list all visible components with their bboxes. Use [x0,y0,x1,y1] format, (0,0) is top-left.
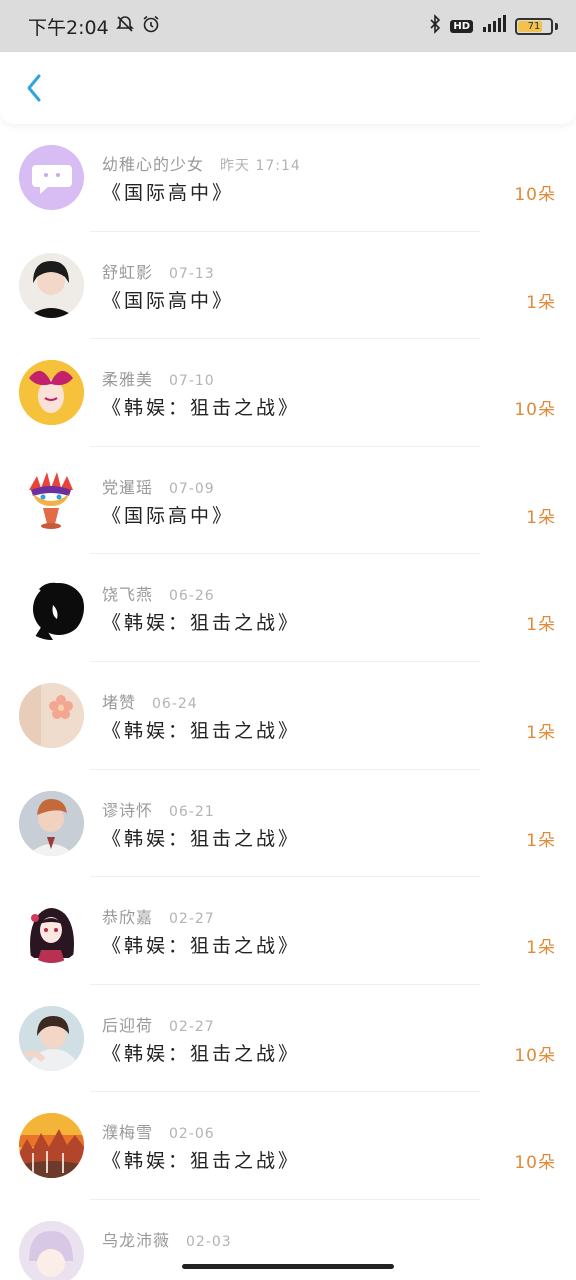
chevron-left-icon [27,74,41,102]
item-meta: 饶飞燕 06-26 [102,581,215,605]
sender-name: 恭欣嘉 [102,908,154,928]
flower-amount: 1朵 [526,507,556,528]
flower-amount: 1朵 [526,830,556,851]
book-title: 《韩娱：狙击之战》 [102,1150,301,1173]
book-title: 《韩娱：狙击之战》 [102,612,301,635]
list-item[interactable]: 饶飞燕 06-26 《韩娱：狙击之战》 1朵 [0,554,576,662]
sender-name: 舒虹影 [102,262,154,282]
send-date: 07-10 [169,373,215,390]
list-item[interactable]: 幼稚心的少女 昨天 17:14 《国际高中》 10朵 [0,124,576,232]
book-title: 《韩娱：狙击之战》 [102,1042,301,1065]
book-title: 《韩娱：狙击之战》 [102,397,301,420]
flower-amount: 10朵 [514,1153,556,1174]
send-date: 02-27 [169,911,215,928]
send-date: 07-09 [169,480,215,497]
signal-icon [481,15,507,37]
item-meta: 濮梅雪 02-06 [102,1119,215,1143]
illustration-avatar [19,360,84,426]
flower-avatar [19,682,84,748]
status-left: 下午2:04 [28,13,161,40]
flower-amount: 10朵 [514,1045,556,1066]
status-time: 下午2:04 [28,16,109,39]
flower-amount: 1朵 [526,292,556,313]
hd-badge: HD [450,19,473,33]
item-meta: 党暹瑶 07-09 [102,474,215,498]
girl-photo-avatar [19,252,84,318]
status-right: HD 71 [428,14,558,38]
list-item[interactable]: 舒虹影 07-13 《国际高中》 1朵 [0,232,576,340]
book-title: 《韩娱：狙击之战》 [102,935,301,958]
item-meta: 恭欣嘉 02-27 [102,904,215,928]
book-title: 《韩娱：狙击之战》 [102,827,301,850]
sender-name: 党暹瑶 [102,477,154,497]
portrait-photo-avatar [19,1005,84,1071]
flower-amount: 1朵 [526,615,556,636]
header-bar [0,52,576,124]
sender-name: 柔雅美 [102,370,154,390]
back-button[interactable] [18,68,50,108]
list-item[interactable]: 谬诗怀 06-21 《韩娱：狙击之战》 1朵 [0,770,576,878]
item-meta: 柔雅美 07-10 [102,366,215,390]
book-title: 《国际高中》 [102,182,235,204]
item-meta: 谬诗怀 06-21 [102,797,215,821]
list-item[interactable]: 后迎荷 02-27 《韩娱：狙击之战》 10朵 [0,985,576,1093]
home-indicator [182,1264,394,1269]
battery-tip [555,22,558,30]
send-date: 02-03 [186,1233,232,1250]
sender-name: 后迎荷 [102,1015,154,1035]
flower-amount: 10朵 [514,185,556,205]
list-item[interactable]: 恭欣嘉 02-27 《韩娱：狙击之战》 1朵 [0,877,576,985]
battery-level: 71 [527,20,541,32]
chat-bubble-avatar [19,145,84,210]
gift-record-list: 幼稚心的少女 昨天 17:14 《国际高中》 10朵 舒虹影 07-13 《国际… [0,124,576,1280]
battery-icon: 71 [515,17,553,35]
mask-avatar [19,467,84,533]
item-meta: 堵赞 06-24 [102,689,198,713]
send-date: 06-24 [152,695,198,712]
list-item[interactable]: 堵赞 06-24 《韩娱：狙击之战》 1朵 [0,662,576,770]
send-date: 06-21 [169,803,215,820]
anime-girl-avatar [19,898,84,964]
item-meta: 后迎荷 02-27 [102,1012,215,1036]
item-meta: 乌龙沛薇 02-03 [102,1227,232,1251]
item-meta: 舒虹影 07-13 [102,259,215,283]
list-item[interactable]: 柔雅美 07-10 《韩娱：狙击之战》 10朵 [0,339,576,447]
item-meta: 幼稚心的少女 昨天 17:14 [102,151,301,175]
sender-name: 幼稚心的少女 [102,155,205,174]
list-item[interactable]: 党暹瑶 07-09 《国际高中》 1朵 [0,447,576,555]
flower-amount: 1朵 [526,938,556,959]
send-date: 昨天 17:14 [220,158,301,174]
status-bar: 下午2:04 HD 71 [0,0,576,52]
send-date: 02-06 [169,1126,215,1143]
bluetooth-icon [428,14,442,38]
sender-name: 饶飞燕 [102,585,154,605]
send-date: 06-26 [169,588,215,605]
silhouette-avatar [19,575,84,641]
send-date: 07-13 [169,265,215,282]
anime-avatar [19,1220,84,1280]
send-date: 02-27 [169,1018,215,1035]
landscape-avatar [19,1113,84,1179]
list-item[interactable]: 濮梅雪 02-06 《韩娱：狙击之战》 10朵 [0,1092,576,1200]
flower-amount: 1朵 [526,722,556,743]
book-title: 《国际高中》 [102,289,235,312]
book-title: 《韩娱：狙击之战》 [102,719,301,742]
sender-name: 谬诗怀 [102,800,154,820]
alarm-icon [141,14,161,39]
book-title: 《国际高中》 [102,504,235,527]
sender-name: 乌龙沛薇 [102,1230,171,1250]
boy-photo-avatar [19,790,84,856]
flower-amount: 10朵 [514,400,556,421]
sender-name: 堵赞 [102,692,137,712]
sender-name: 濮梅雪 [102,1123,154,1143]
mute-icon [115,14,135,39]
